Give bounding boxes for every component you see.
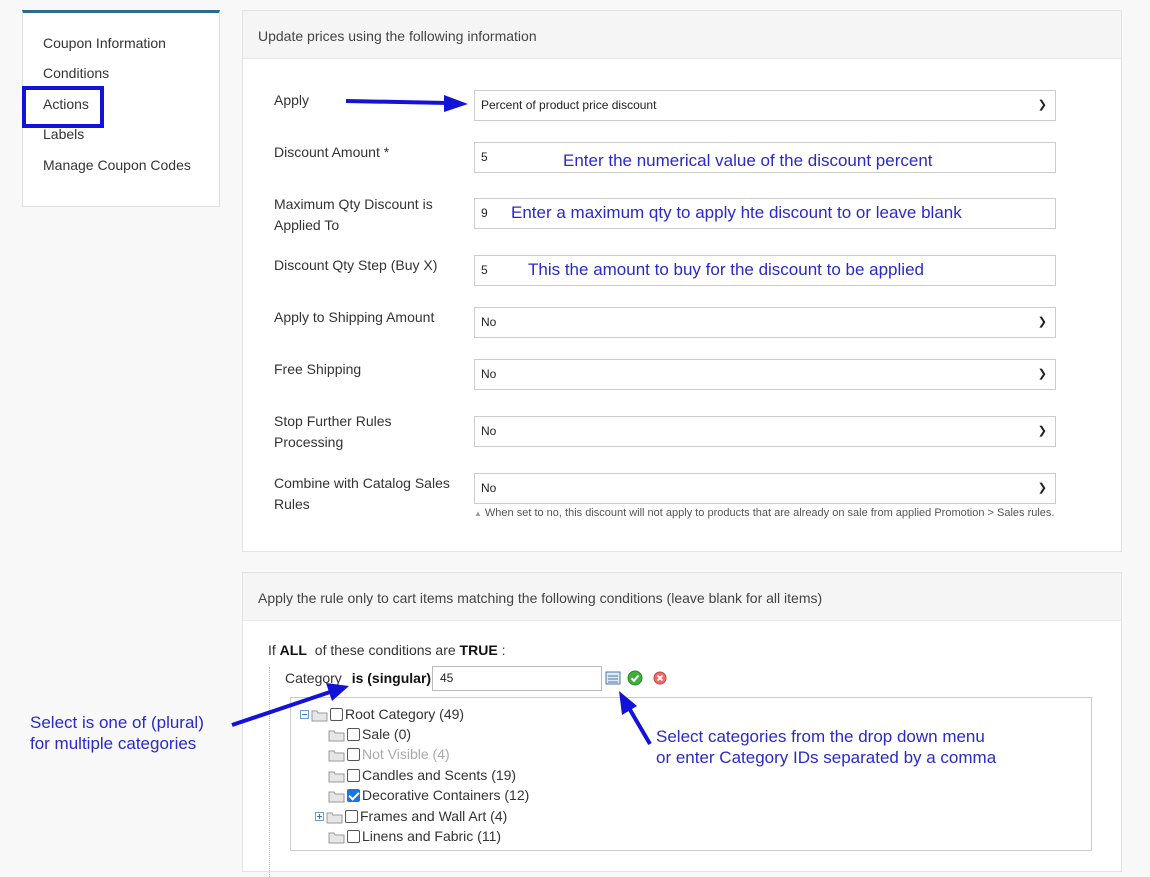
tree-checkbox[interactable] (347, 728, 360, 741)
sidebar-item-labels[interactable]: Labels (43, 126, 84, 142)
chevron-down-icon: ❯ (1037, 425, 1047, 437)
conditions-panel: Apply the rule only to cart items matchi… (242, 572, 1122, 877)
tree-checkbox[interactable] (330, 708, 343, 721)
tree-node-label: Sale (0) (362, 726, 412, 742)
tree-checkbox[interactable] (345, 810, 358, 823)
chevron-down-icon: ❯ (1037, 482, 1047, 494)
actions-highlight-box (22, 86, 104, 128)
actions-panel-header: Update prices using the following inform… (243, 11, 1121, 59)
tree-checkbox-checked[interactable] (347, 789, 360, 802)
if-text: If (268, 642, 276, 658)
chevron-down-icon: ❯ (1037, 316, 1047, 328)
sidebar-item-coupon-information[interactable]: Coupon Information (43, 35, 166, 51)
sidebar-item-manage-coupon-codes[interactable]: Manage Coupon Codes (43, 157, 191, 173)
combine-catalog-hint: ▲ When set to no, this discount will not … (474, 507, 1054, 519)
conditions-panel-header: Apply the rule only to cart items matchi… (243, 573, 1121, 621)
conditions-aggregator: If ALL of these conditions are TRUE : (268, 642, 505, 658)
tree-node-linens[interactable]: Linens and Fabric (11) (328, 827, 501, 845)
folder-icon (328, 730, 345, 742)
sidebar-item-conditions[interactable]: Conditions (43, 65, 109, 81)
qty-step-value: 5 (481, 263, 488, 277)
plural-annotation: Select is one of (plural) for multiple c… (30, 712, 204, 754)
combine-catalog-value: No (481, 481, 497, 495)
apply-select-value: Percent of product price discount (481, 98, 657, 112)
stop-rules-select[interactable]: No ❯ (474, 416, 1056, 447)
tree-node-label: Frames and Wall Art (4) (360, 808, 508, 824)
qty-step-note: This the amount to buy for the discount … (528, 260, 924, 279)
apply-shipping-value: No (481, 315, 497, 329)
plural-annotation-line-2: for multiple categories (30, 734, 197, 753)
tree-node-not-visible[interactable]: Not Visible (4) (328, 745, 450, 763)
folder-icon (328, 750, 345, 762)
folder-open-icon (311, 710, 328, 722)
apply-label: Apply (274, 92, 310, 108)
free-shipping-value: No (481, 367, 497, 381)
tree-node-label: Candles and Scents (19) (362, 767, 517, 783)
categories-annotation-line-2: or enter Category IDs separated by a com… (656, 748, 997, 767)
category-label[interactable]: Category (285, 670, 342, 686)
category-condition: Category is (singular) (285, 670, 431, 686)
tree-node-label: Not Visible (4) (362, 746, 450, 762)
all-toggle[interactable]: ALL (280, 642, 307, 658)
tree-node-label: Decorative Containers (12) (362, 787, 530, 803)
discount-amount-note: Enter the numerical value of the discoun… (563, 151, 933, 170)
categories-annotation: Select categories from the drop down men… (656, 726, 996, 768)
max-qty-label: Maximum Qty Discount is Applied To (274, 196, 433, 233)
condition-tree-line (269, 667, 270, 877)
free-shipping-label: Free Shipping (274, 361, 362, 377)
category-tree: Root Category (49) Sale (0) Not Visible … (290, 697, 1092, 851)
folder-icon (328, 771, 345, 783)
folder-icon (326, 812, 343, 824)
tree-node-frames[interactable]: Frames and Wall Art (4) (315, 807, 507, 825)
apply-shipping-label: Apply to Shipping Amount (274, 309, 435, 325)
qty-step-label: Discount Qty Step (Buy X) (274, 257, 438, 273)
max-qty-value: 9 (481, 206, 488, 220)
remove-condition-icon[interactable] (652, 670, 668, 686)
combine-catalog-select[interactable]: No ❯ (474, 473, 1056, 504)
true-toggle[interactable]: TRUE (460, 642, 498, 658)
tree-checkbox[interactable] (347, 830, 360, 843)
combine-catalog-label: Combine with Catalog Sales Rules (274, 475, 450, 512)
collapse-icon[interactable] (300, 710, 309, 719)
tree-checkbox[interactable] (347, 748, 360, 761)
chevron-down-icon: ❯ (1037, 99, 1047, 111)
tree-checkbox[interactable] (347, 769, 360, 782)
apply-check-icon[interactable] (627, 670, 643, 686)
actions-panel: Update prices using the following inform… (242, 10, 1122, 552)
free-shipping-select[interactable]: No ❯ (474, 359, 1056, 390)
apply-shipping-select[interactable]: No ❯ (474, 307, 1056, 338)
chooser-list-icon[interactable] (605, 670, 621, 686)
categories-annotation-line-1: Select categories from the drop down men… (656, 727, 985, 746)
stop-rules-label: Stop Further Rules Processing (274, 413, 392, 450)
chevron-down-icon: ❯ (1037, 368, 1047, 380)
tree-node-label: Linens and Fabric (11) (362, 828, 502, 844)
of-these-text: of these conditions are (314, 642, 456, 658)
triangle-up-icon: ▲ (474, 509, 482, 518)
tree-node-root[interactable]: Root Category (49) (300, 705, 464, 723)
discount-amount-value: 5 (481, 150, 488, 164)
plural-annotation-line-1: Select is one of (plural) (30, 713, 204, 732)
folder-icon (328, 791, 345, 803)
combine-catalog-hint-text: When set to no, this discount will not a… (484, 507, 1055, 519)
tree-node-decorative-containers[interactable]: Decorative Containers (12) (328, 786, 529, 804)
tree-node-candles[interactable]: Candles and Scents (19) (328, 766, 516, 784)
stop-rules-value: No (481, 424, 497, 438)
category-value-input[interactable]: 45 (432, 666, 602, 691)
apply-select[interactable]: Percent of product price discount ❯ (474, 90, 1056, 121)
folder-icon (328, 832, 345, 844)
max-qty-note: Enter a maximum qty to apply hte discoun… (511, 203, 962, 222)
expand-icon[interactable] (315, 812, 324, 821)
colon-text: : (501, 642, 506, 658)
category-value: 45 (440, 671, 454, 685)
operator-toggle[interactable]: is (singular) (352, 670, 431, 686)
tree-node-sale[interactable]: Sale (0) (328, 725, 411, 743)
tree-node-label: Root Category (49) (345, 706, 465, 722)
discount-amount-label: Discount Amount * (274, 144, 390, 160)
